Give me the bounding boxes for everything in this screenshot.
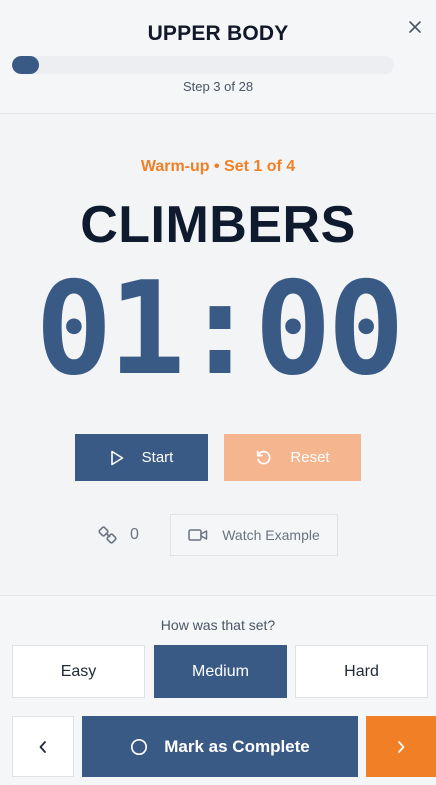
video-camera-icon	[188, 529, 208, 541]
next-exercise-button[interactable]	[366, 716, 436, 777]
countdown-timer: 01:00	[35, 255, 404, 404]
set-label: Warm-up • Set 1 of 4	[140, 158, 296, 175]
exercise-name: CLIMBERS	[80, 196, 356, 254]
rating-option-medium[interactable]: Medium	[154, 645, 287, 698]
rating-option-hard[interactable]: Hard	[295, 645, 428, 698]
rating-option-label: Medium	[192, 662, 249, 680]
close-icon	[409, 21, 421, 33]
workout-header: UPPER BODY Step 3 of 28	[0, 0, 436, 114]
play-icon	[110, 450, 123, 465]
circle-icon	[131, 738, 148, 755]
exercise-panel: Warm-up • Set 1 of 4 CLIMBERS 01:00 Star…	[0, 115, 436, 595]
reset-icon	[257, 450, 271, 465]
previous-exercise-button[interactable]	[12, 716, 74, 777]
workout-title: UPPER BODY	[147, 22, 289, 45]
swap-count: 0	[130, 526, 139, 543]
rating-option-label: Hard	[344, 662, 379, 680]
start-button[interactable]: Start	[75, 434, 208, 481]
step-counter: Step 3 of 28	[182, 79, 254, 94]
workout-progress-fill	[12, 56, 40, 74]
set-feedback-footer: How was that set? Easy Medium Hard Mark …	[0, 595, 436, 785]
rating-option-label: Easy	[60, 662, 97, 680]
reset-button-label: Reset	[290, 449, 330, 466]
feedback-question: How was that set?	[160, 617, 276, 633]
workout-progress-bar	[12, 56, 394, 74]
rating-option-easy[interactable]: Easy	[12, 645, 145, 698]
watch-example-label: Watch Example	[222, 527, 320, 543]
swap-icon	[98, 526, 117, 544]
swap-counter: 0	[98, 525, 139, 545]
chevron-right-icon	[398, 740, 405, 753]
mark-complete-button[interactable]: Mark as Complete	[82, 716, 358, 777]
start-button-label: Start	[141, 449, 174, 466]
close-button[interactable]	[402, 14, 428, 40]
mark-complete-label: Mark as Complete	[164, 736, 310, 756]
reset-button[interactable]: Reset	[224, 434, 361, 481]
chevron-left-icon	[39, 740, 46, 753]
watch-example-button[interactable]: Watch Example	[170, 514, 338, 556]
